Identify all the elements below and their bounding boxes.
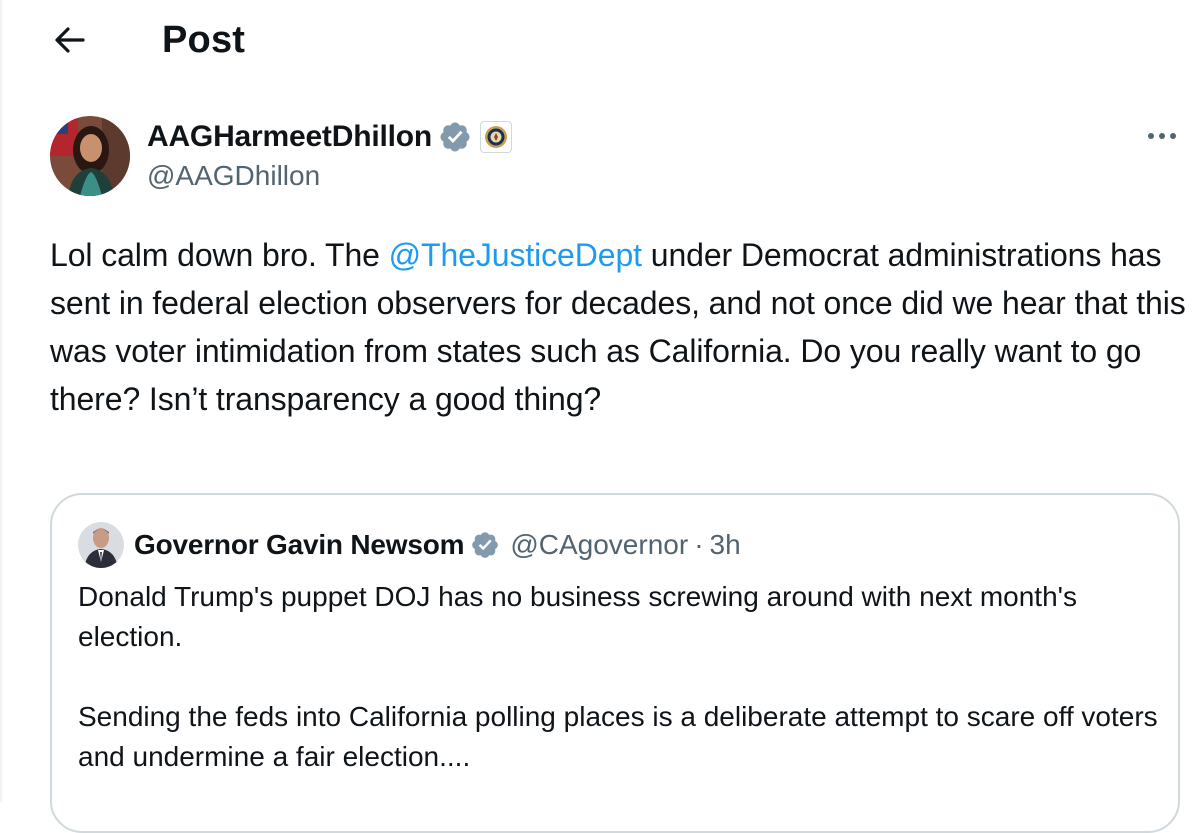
quoted-post-header: Governor Gavin Newsom @CAgovernor · 3h	[78, 521, 741, 569]
verified-badge-icon[interactable]	[438, 120, 472, 154]
author-display-name[interactable]: AAGHarmeetDhillon	[147, 120, 432, 154]
quoted-author-avatar[interactable]	[78, 522, 124, 568]
more-horizontal-icon	[1148, 133, 1176, 139]
quoted-avatar-image	[78, 522, 124, 568]
mention-link[interactable]: @TheJusticeDept	[389, 237, 642, 273]
author-name-row: AAGHarmeetDhillon	[147, 118, 512, 156]
arrow-left-icon	[55, 27, 85, 53]
post-text: Lol calm down bro. The @TheJusticeDept u…	[50, 231, 1190, 423]
meta-separator: ·	[694, 529, 704, 560]
post-text-part1: Lol calm down bro. The	[50, 237, 389, 273]
quoted-author-display-name[interactable]: Governor Gavin Newsom	[134, 529, 465, 561]
author-handle[interactable]: @AAGDhillon	[147, 160, 320, 192]
more-button[interactable]	[1140, 118, 1184, 154]
verified-badge-icon[interactable]	[470, 530, 500, 560]
quoted-author-handle[interactable]: @CAgovernor	[510, 529, 688, 561]
post-page: Post AAGHarmeetDhillon @AAGDhillon Lol c…	[0, 0, 1194, 833]
quoted-post-timestamp[interactable]: 3h	[710, 529, 741, 561]
back-button[interactable]	[46, 18, 94, 62]
page-header: Post	[2, 0, 1194, 84]
author-avatar[interactable]	[50, 116, 130, 196]
page-title: Post	[162, 19, 246, 61]
quoted-post-text: Donald Trump's puppet DOJ has no busines…	[78, 581, 1158, 772]
quoted-post-card[interactable]: Governor Gavin Newsom @CAgovernor · 3h D…	[50, 493, 1180, 833]
doj-seal-icon[interactable]	[479, 121, 512, 153]
avatar-image	[50, 116, 130, 196]
